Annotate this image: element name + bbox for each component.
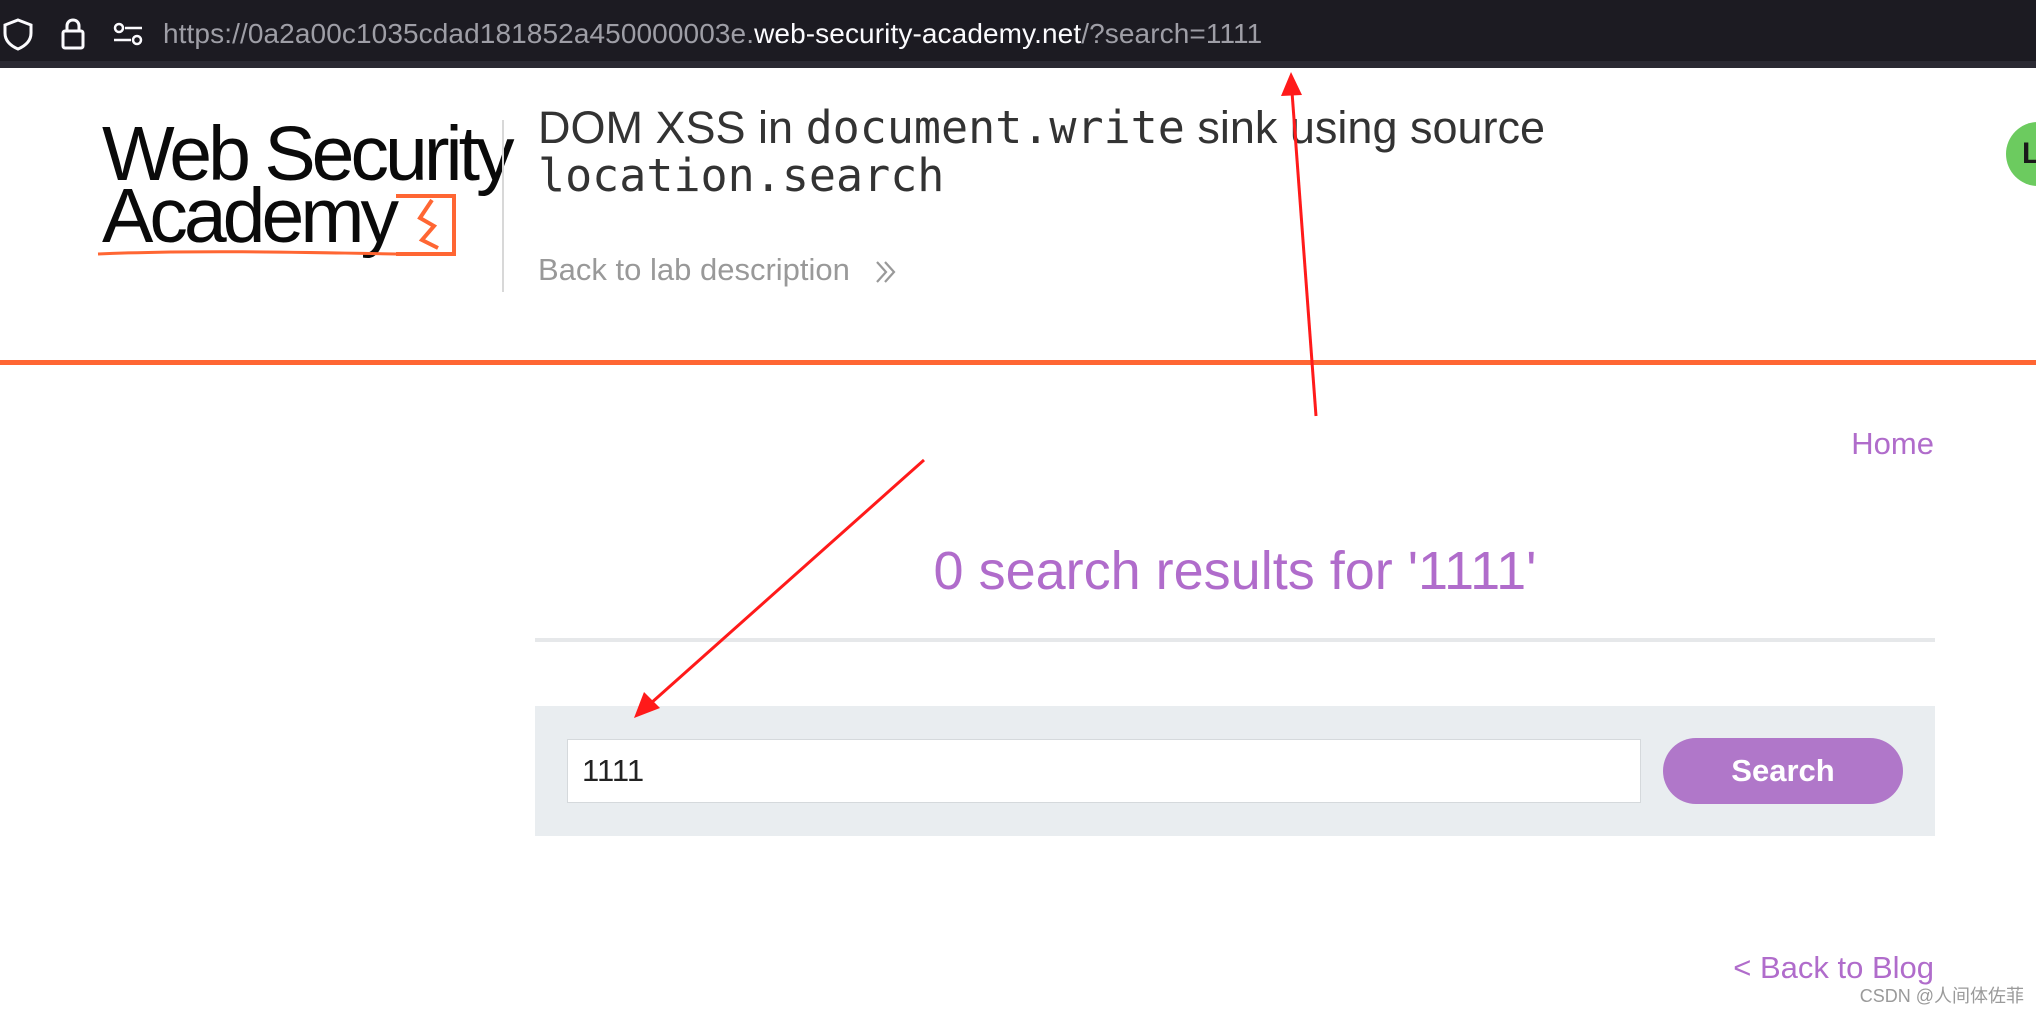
search-results-heading: 0 search results for '1111' xyxy=(933,541,1537,601)
url-host: web-security-academy.net xyxy=(754,18,1082,49)
url-field[interactable]: https://0a2a00c1035cdad181852a450000003e… xyxy=(163,14,1262,54)
lab-title: DOM XSS in document.write sink using sou… xyxy=(538,104,1738,200)
browser-address-bar: https://0a2a00c1035cdad181852a450000003e… xyxy=(0,0,2036,68)
search-panel: Search xyxy=(535,706,1935,836)
academy-logo[interactable]: Web Security Academy xyxy=(96,114,514,260)
header-divider xyxy=(502,120,504,292)
header-accent-line xyxy=(0,360,2036,365)
avatar[interactable]: L xyxy=(2006,122,2036,186)
search-input[interactable] xyxy=(567,739,1641,803)
lab-title-text-2: sink using source xyxy=(1184,102,1546,153)
watermark: CSDN @人间体佐菲 xyxy=(1859,986,2024,1006)
url-prefix: https://0a2a00c1035cdad181852a450000003e… xyxy=(163,18,755,49)
shield-icon[interactable] xyxy=(0,16,36,52)
lab-title-code-2: location.search xyxy=(538,149,945,202)
home-link[interactable]: Home xyxy=(1851,426,1934,462)
double-chevron-right-icon xyxy=(875,261,896,283)
site-settings-icon[interactable] xyxy=(110,16,146,52)
logo-mark-icon xyxy=(97,194,456,256)
search-button[interactable]: Search xyxy=(1663,738,1903,804)
back-to-blog-link[interactable]: < Back to Blog xyxy=(1733,950,1934,986)
lab-title-text-1: DOM XSS in xyxy=(538,102,806,153)
back-to-lab-label: Back to lab description xyxy=(538,252,850,287)
results-divider xyxy=(535,638,1935,642)
url-suffix: /?search=1111 xyxy=(1081,18,1263,49)
back-to-lab-link[interactable]: Back to lab description xyxy=(538,252,899,288)
lab-title-code-1: document.write xyxy=(805,101,1185,154)
lock-icon[interactable] xyxy=(55,16,91,52)
